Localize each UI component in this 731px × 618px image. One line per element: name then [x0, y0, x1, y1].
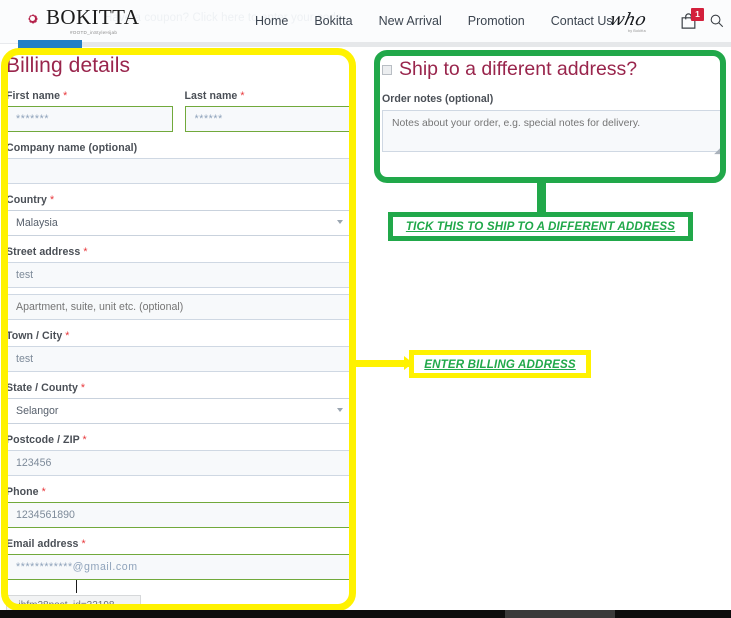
phone-group: Phone *	[6, 486, 351, 528]
phone-label: Phone *	[6, 486, 351, 498]
state-county-group: State / County *	[6, 382, 351, 424]
last-name-group: Last name *	[184, 90, 352, 132]
required-asterisk: *	[82, 434, 87, 446]
nav-item-promotion[interactable]: Promotion	[468, 14, 525, 28]
street-address-input[interactable]	[6, 262, 351, 288]
phone-label-text: Phone	[6, 486, 39, 498]
last-name-label-text: Last name	[184, 90, 238, 102]
who-script-logo[interactable]: who	[608, 10, 648, 30]
state-county-label: State / County *	[6, 382, 351, 394]
state-county-select-wrap[interactable]	[6, 398, 351, 424]
nav-item-bokitta[interactable]: Bokitta	[314, 14, 352, 28]
logo-tagline: #OOTD_inStyleHijab	[70, 30, 118, 35]
state-county-select[interactable]	[6, 398, 351, 424]
first-name-label: First name *	[6, 90, 173, 102]
text-cursor	[76, 580, 77, 593]
required-asterisk: *	[63, 90, 68, 102]
main-nav: Home Bokitta New Arrival Promotion Conta…	[255, 14, 613, 28]
checkout-page: Have a coupon? Click here to enter your …	[0, 0, 731, 618]
company-label: Company name (optional)	[6, 142, 138, 154]
first-name-label-text: First name	[6, 90, 61, 102]
header-divider	[82, 42, 731, 47]
cart-count-badge: 1	[691, 8, 704, 21]
page-bottom-bar	[0, 610, 731, 618]
textarea-resize-grip[interactable]: ◢	[714, 146, 721, 155]
nav-item-home[interactable]: Home	[255, 14, 288, 28]
annotation-green-callout-text: TICK THIS TO SHIP TO A DIFFERENT ADDRESS	[405, 220, 676, 233]
country-select[interactable]	[6, 210, 351, 236]
address-line-2-group	[6, 294, 351, 320]
country-label-text: Country	[6, 194, 47, 206]
postcode-group: Postcode / ZIP *	[6, 434, 351, 476]
who-script-logo-sub: by Bokitta	[628, 29, 646, 33]
email-label: Email address *	[6, 538, 351, 550]
required-asterisk: *	[80, 382, 86, 394]
search-icon[interactable]	[709, 13, 724, 28]
site-header: Have a coupon? Click here to enter your …	[0, 0, 731, 44]
chevron-down-icon	[337, 408, 343, 412]
nav-item-new-arrival[interactable]: New Arrival	[379, 14, 442, 28]
country-group: Country *	[6, 194, 351, 236]
phone-input[interactable]	[6, 502, 351, 528]
order-notes-label: Order notes (optional)	[382, 93, 494, 105]
bokitta-flower-icon	[22, 8, 43, 29]
first-name-input[interactable]	[6, 106, 173, 132]
page-progress-tab	[18, 40, 82, 49]
town-city-group: Town / City *	[6, 330, 351, 372]
town-city-label-text: Town / City	[6, 330, 63, 342]
annotation-green-connector	[537, 183, 546, 212]
page-bottom-bar-segment	[505, 610, 615, 618]
ship-different-address-heading: Ship to a different address?	[382, 58, 724, 81]
email-input[interactable]	[6, 554, 351, 580]
country-select-wrap[interactable]	[6, 210, 351, 236]
name-row: First name * Last name *	[6, 90, 351, 132]
first-name-group: First name *	[6, 90, 173, 132]
postcode-input[interactable]	[6, 450, 351, 476]
town-city-input[interactable]	[6, 346, 351, 372]
address-line-2-input[interactable]	[6, 294, 351, 320]
required-asterisk: *	[240, 90, 245, 102]
last-name-input[interactable]	[184, 106, 351, 132]
town-city-label: Town / City *	[6, 330, 351, 342]
company-group: Company name (optional)	[6, 142, 351, 184]
billing-details-heading: Billing details	[6, 54, 131, 77]
annotation-yellow-callout: ENTER BILLING ADDRESS	[409, 350, 591, 378]
annotation-green-callout: TICK THIS TO SHIP TO A DIFFERENT ADDRESS	[388, 212, 693, 241]
annotation-yellow-callout-text: ENTER BILLING ADDRESS	[424, 357, 576, 371]
email-group: Email address *	[6, 538, 351, 580]
required-asterisk: *	[49, 194, 55, 206]
postcode-label-text: Postcode / ZIP	[6, 434, 80, 446]
billing-details-section: Billing details First name * Last name *…	[6, 54, 351, 590]
chevron-down-icon	[337, 220, 343, 224]
country-label: Country *	[6, 194, 351, 206]
nav-item-contact-us[interactable]: Contact Us	[551, 14, 613, 28]
street-address-label: Street address *	[6, 246, 351, 258]
required-asterisk: *	[41, 486, 46, 498]
street-address-group: Street address *	[6, 246, 351, 288]
required-asterisk: *	[65, 330, 70, 342]
company-input[interactable]	[6, 158, 351, 184]
state-county-label-text: State / County	[6, 382, 78, 394]
required-asterisk: *	[83, 246, 88, 258]
logo-wordmark: BOKITTA	[46, 5, 140, 29]
required-asterisk: *	[81, 538, 86, 550]
street-address-label-text: Street address	[6, 246, 81, 258]
shipping-section: Ship to a different address? Order notes…	[382, 58, 724, 157]
ship-to-different-address-checkbox[interactable]	[382, 64, 392, 75]
order-notes-textarea[interactable]	[382, 110, 724, 152]
email-label-text: Email address	[6, 538, 79, 550]
ship-different-address-label: Ship to a different address?	[399, 58, 638, 80]
postcode-label: Postcode / ZIP *	[6, 434, 351, 446]
last-name-label: Last name *	[185, 90, 352, 102]
site-logo[interactable]: BOKITTA #OOTD_inStyleHijab	[22, 6, 139, 35]
